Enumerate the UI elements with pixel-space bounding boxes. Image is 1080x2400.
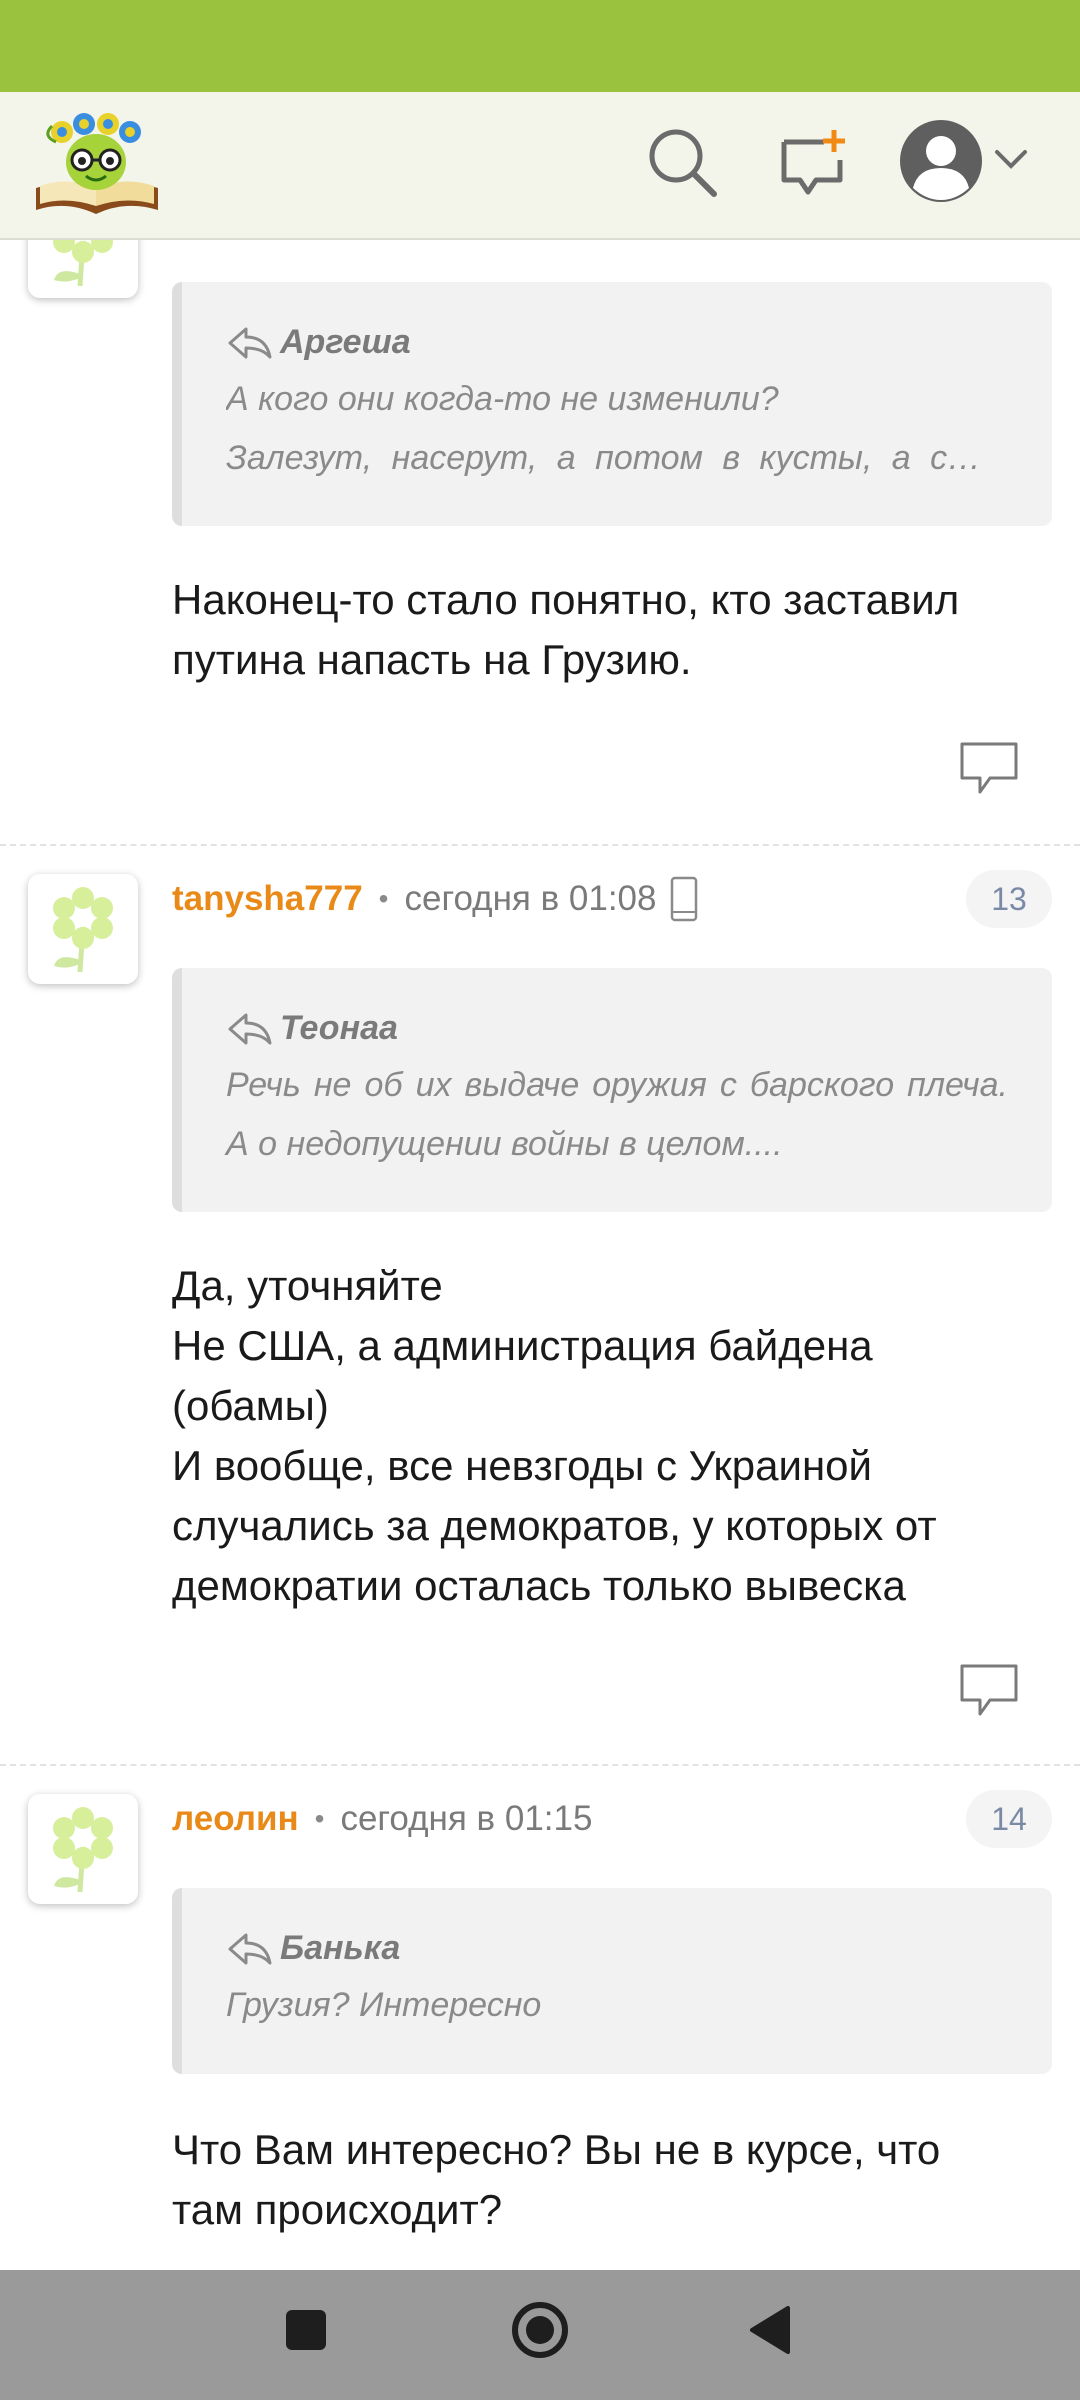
meta-separator: •: [378, 883, 389, 914]
app-header: [0, 92, 1080, 240]
comment-text-line: Наконец-то стало понятно, кто заставил: [172, 576, 960, 623]
comment-meta: леолин • сегодня в 01:15: [172, 1794, 592, 1844]
quote-text: Грузия? Интересно: [226, 1986, 542, 2024]
comment-divider: [0, 844, 1080, 846]
quote-author: Банька: [280, 1928, 401, 1967]
chevron-down-icon[interactable]: [994, 148, 1028, 170]
avatar[interactable]: [28, 874, 138, 984]
avatar[interactable]: [28, 1794, 138, 1904]
flower-icon: [53, 887, 113, 973]
status-bar: [0, 0, 1080, 92]
comment-meta: tanysha777 • сегодня в 01:08: [172, 874, 698, 924]
reply-arrow-icon: [228, 327, 272, 359]
quote-text: Речь не об их выдаче оружия с барского п…: [226, 1066, 1008, 1163]
reply-arrow-icon: [228, 1013, 272, 1045]
new-message-icon[interactable]: [778, 128, 850, 200]
flower-icon: [53, 1807, 113, 1893]
quoted-message[interactable]: Теонаа Речь не об их выдаче оружия с бар…: [172, 968, 1052, 1212]
comment-text-line: Не США, а администрация байдена: [172, 1322, 873, 1369]
author-link[interactable]: леолин: [172, 1799, 299, 1839]
comment-text-line: (обамы): [172, 1382, 329, 1429]
reply-arrow-icon: [228, 1933, 272, 1965]
search-icon[interactable]: [646, 126, 718, 198]
comment-text-line: Что Вам интересно? Вы не в курсе, что: [172, 2126, 941, 2173]
user-avatar-icon[interactable]: [898, 118, 984, 204]
comment-divider: [0, 1764, 1080, 1766]
comment-text-line: там происходит?: [172, 2186, 503, 2233]
reply-button[interactable]: [958, 1662, 1020, 1718]
meta-separator: •: [314, 1803, 325, 1834]
comment-text-line: случались за демократов, у которых от: [172, 1502, 937, 1549]
comment-text-line: И вообще, все невзгоды с Украиной: [172, 1442, 872, 1489]
back-triangle-icon[interactable]: [748, 2304, 792, 2356]
home-circle-icon[interactable]: [510, 2300, 570, 2360]
quoted-message[interactable]: Аргеша А кого они когда-то не изменили? …: [172, 282, 1052, 526]
reply-button[interactable]: [958, 740, 1020, 796]
comment-text-line: путина напасть на Грузию.: [172, 636, 692, 683]
quote-author: Теонаа: [280, 1008, 398, 1047]
quote-text-line: А кого они когда-то не изменили?: [226, 380, 779, 418]
mobile-device-icon: [671, 876, 698, 922]
quote-text-line: Залезут, насерут, а потом в кусты, а стр…: [226, 439, 1008, 477]
comment-feed[interactable]: Аргеша А кого они когда-то не изменили? …: [0, 240, 1080, 2270]
comment-number[interactable]: 14: [966, 1790, 1052, 1848]
comment-time: сегодня в 01:15: [340, 1799, 593, 1838]
flower-icon: [53, 240, 113, 287]
comment-text-line: демократии осталась только вывеска: [172, 1562, 906, 1609]
square-icon[interactable]: [286, 2310, 326, 2350]
comment-text: Что Вам интересно? Вы не в курсе, что та…: [172, 2120, 1032, 2240]
comment-text: Да, уточняйте Не США, а администрация ба…: [172, 1256, 1032, 1616]
system-nav-bar: [0, 2270, 1080, 2400]
avatar[interactable]: [28, 240, 138, 298]
quoted-message[interactable]: Банька Грузия? Интересно: [172, 1888, 1052, 2074]
quote-author: Аргеша: [280, 322, 411, 361]
author-link[interactable]: tanysha777: [172, 879, 363, 919]
comment-number[interactable]: 13: [966, 870, 1052, 928]
comment-text-line: Да, уточняйте: [172, 1262, 443, 1309]
comment-text: Наконец-то стало понятно, кто заставил п…: [172, 570, 1032, 690]
bookworm-logo-icon[interactable]: [32, 106, 162, 218]
comment-time: сегодня в 01:08: [404, 879, 657, 918]
